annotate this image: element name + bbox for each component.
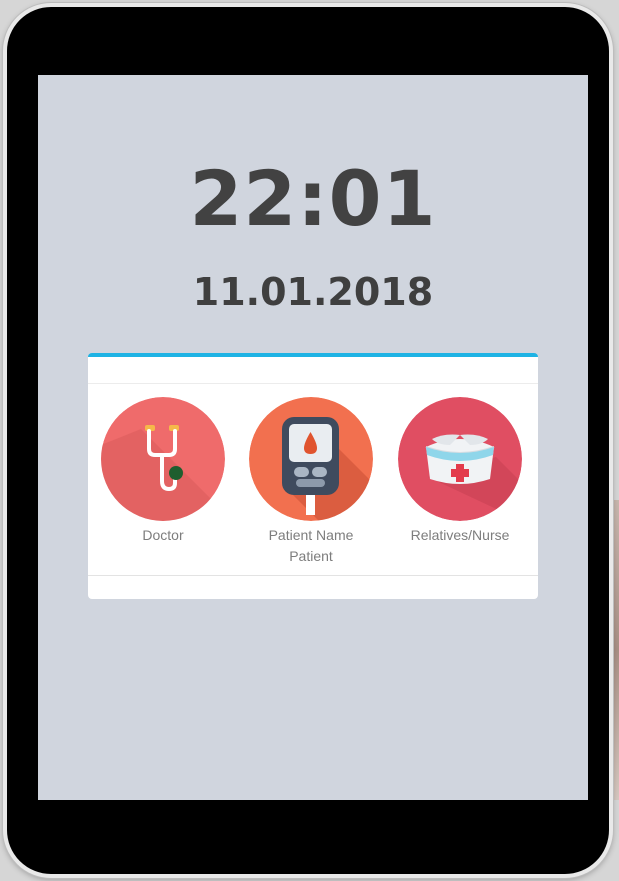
role-doctor-button[interactable]: Doctor <box>93 397 233 546</box>
card-body: Doctor Patient Name Patient Relatives/Nu… <box>88 384 538 576</box>
role-nurse-button[interactable]: Relatives/Nurse <box>390 397 530 546</box>
role-selection-card: Doctor Patient Name Patient Relatives/Nu… <box>88 353 538 599</box>
role-doctor-label: Doctor <box>142 527 184 543</box>
clock-time: 22:01 <box>189 154 437 243</box>
glucose-meter-icon <box>249 397 373 521</box>
role-nurse-label: Relatives/Nurse <box>410 527 510 543</box>
role-patient-button[interactable]: Patient Name Patient <box>241 397 381 567</box>
card-header <box>88 357 538 384</box>
role-patient-sublabel: Patient <box>289 548 333 564</box>
role-patient-name-label: Patient Name <box>268 527 354 543</box>
clock-date: 11.01.2018 <box>192 270 434 314</box>
lock-screen: 22:01 11.01.2018 Doctor Patient Name Pat… <box>38 75 588 800</box>
nurse-cap-icon <box>398 397 522 521</box>
page: 22:01 11.01.2018 Doctor Patient Name Pat… <box>0 0 619 881</box>
stethoscope-icon <box>101 397 225 521</box>
tablet-frame: 22:01 11.01.2018 Doctor Patient Name Pat… <box>3 3 613 878</box>
